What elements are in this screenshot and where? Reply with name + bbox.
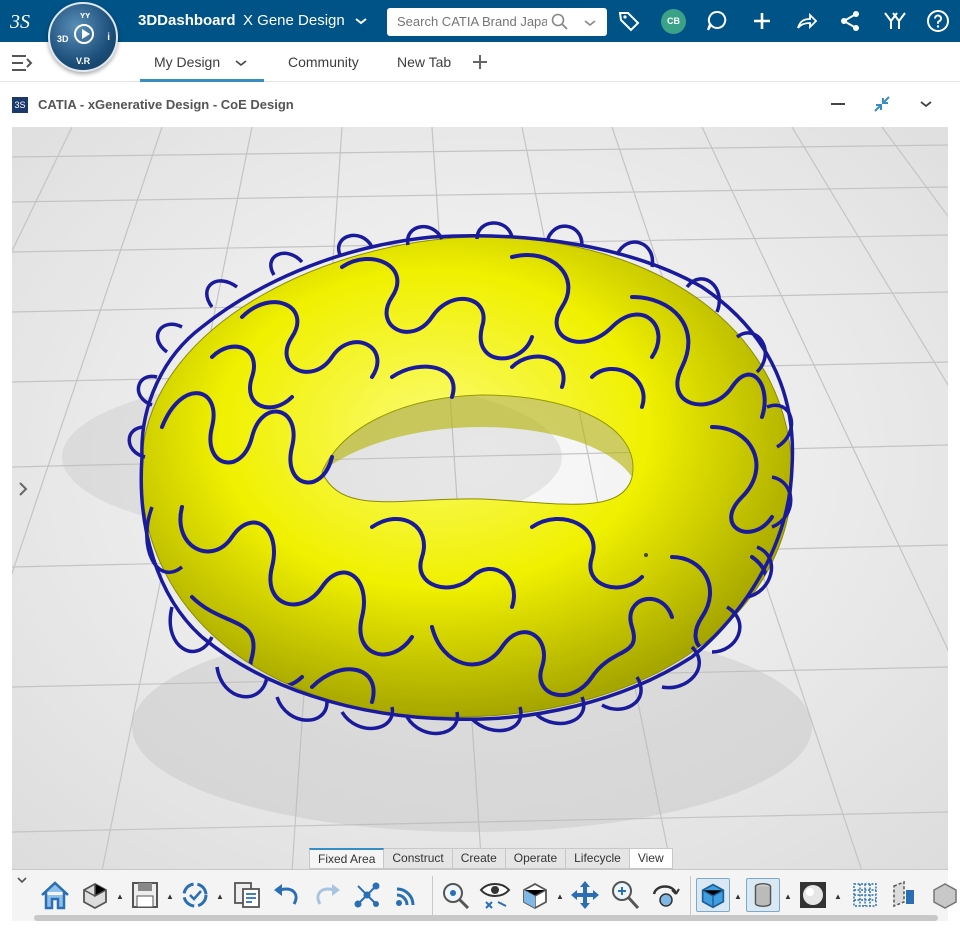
cursor-dot <box>644 553 648 557</box>
3ds-logo-icon[interactable]: 3S <box>8 6 40 36</box>
catia-app-icon: 3S <box>12 97 28 113</box>
chat-icon[interactable] <box>705 9 729 33</box>
network-icon[interactable] <box>838 9 862 33</box>
fit-all-zoom-icon[interactable] <box>438 878 472 912</box>
play-icon[interactable] <box>74 24 94 44</box>
undo-icon[interactable] <box>270 878 304 912</box>
compass-vr-label: V.R <box>76 56 91 66</box>
tab-community[interactable]: Community <box>288 54 359 70</box>
rotate-part-icon[interactable] <box>78 878 112 912</box>
tab-lifecycle[interactable]: Lifecycle <box>566 848 630 869</box>
pan-icon[interactable] <box>568 878 602 912</box>
tab-new-tab[interactable]: New Tab <box>397 54 451 70</box>
collapse-arrows-icon[interactable] <box>873 95 891 113</box>
tab-create[interactable]: Create <box>452 848 506 869</box>
share-arrow-icon[interactable] <box>794 9 818 33</box>
refresh-update-icon[interactable] <box>178 878 212 912</box>
help-icon[interactable] <box>926 9 950 33</box>
widget-menu-chevron-icon[interactable] <box>917 95 935 113</box>
graph-relations-icon[interactable] <box>350 878 384 912</box>
plus-icon[interactable] <box>750 9 774 33</box>
save-icon[interactable] <box>128 878 162 912</box>
tag-icon[interactable] <box>617 9 641 33</box>
grid-icon[interactable] <box>848 878 882 912</box>
compass-3d-label: 3D <box>57 34 69 44</box>
minimize-icon[interactable] <box>829 95 847 113</box>
widget-title: CATIA - xGenerative Design - CoE Design <box>38 97 294 112</box>
rss-feed-icon[interactable] <box>390 878 424 912</box>
top-bar: 3S ʏʏ 3D i V.R 3DDashboard X Gene Design… <box>0 0 960 72</box>
redo-icon[interactable] <box>310 878 344 912</box>
toolbar-scrollbar[interactable] <box>34 915 938 921</box>
widget-header: 3S CATIA - xGenerative Design - CoE Desi… <box>0 83 960 127</box>
dashboard-tab-bar: My Design Community New Tab <box>0 42 960 82</box>
render-dropdown-icon[interactable]: ▲ <box>784 892 792 901</box>
app-title: 3DDashboard <box>138 12 236 29</box>
view-orientation-cube-icon[interactable] <box>518 878 552 912</box>
section-view-icon[interactable] <box>888 878 922 912</box>
side-menu-toggle-icon[interactable] <box>11 54 33 72</box>
shading-dropdown-icon[interactable]: ▲ <box>734 892 742 901</box>
search-input[interactable] <box>397 14 547 29</box>
chevron-down-icon[interactable] <box>354 10 368 30</box>
toolbar-separator <box>690 876 691 916</box>
tab-view[interactable]: View <box>629 848 673 869</box>
apps-y-icon[interactable] <box>882 9 906 33</box>
zoom-icon[interactable] <box>608 878 642 912</box>
tab-my-design[interactable]: My Design <box>154 54 220 70</box>
action-bar-toolbar: ▲ ▲ ▲ ▲ ▲ ▲ ▲ <box>12 869 957 921</box>
search-box[interactable] <box>387 8 607 36</box>
compass-button[interactable]: ʏʏ 3D i V.R <box>48 2 118 72</box>
update-dropdown-icon[interactable]: ▲ <box>216 892 224 901</box>
active-tab-indicator <box>140 79 264 82</box>
view-orientation-dropdown-icon[interactable]: ▲ <box>556 892 564 901</box>
properties-icon[interactable] <box>230 878 264 912</box>
3d-scene[interactable] <box>12 127 948 871</box>
toolbar-separator <box>432 876 433 916</box>
save-dropdown-icon[interactable]: ▲ <box>166 892 174 901</box>
tab-chevron-down-icon[interactable] <box>234 53 248 73</box>
rotate-dropdown-icon[interactable]: ▲ <box>116 892 124 901</box>
dashboard-name[interactable]: X Gene Design <box>243 12 345 29</box>
home-icon[interactable] <box>38 878 72 912</box>
box-icon[interactable] <box>928 878 960 912</box>
material-dropdown-icon[interactable]: ▲ <box>834 892 842 901</box>
svg-text:3S: 3S <box>9 11 30 33</box>
avatar[interactable]: CB <box>661 9 686 34</box>
hide-show-icon[interactable] <box>478 878 512 912</box>
tab-construct[interactable]: Construct <box>384 848 453 869</box>
action-bar-tabs: Fixed Area Construct Create Operate Life… <box>309 848 673 869</box>
rotate-view-icon[interactable] <box>648 878 682 912</box>
material-sphere-icon[interactable] <box>796 878 830 912</box>
tab-fixed-area[interactable]: Fixed Area <box>309 848 385 869</box>
toolbar-collapse-chevron-icon[interactable] <box>16 874 28 886</box>
add-tab-icon[interactable] <box>470 49 490 75</box>
tab-operate[interactable]: Operate <box>505 848 567 869</box>
shading-with-edges-icon[interactable] <box>696 878 730 912</box>
cylinder-render-icon[interactable] <box>746 878 780 912</box>
search-icon[interactable] <box>551 13 569 31</box>
side-panel-expand-icon[interactable] <box>16 479 30 499</box>
search-scope-chevron-icon[interactable] <box>583 12 597 32</box>
compass-top-icon: ʏʏ <box>80 10 91 20</box>
3d-viewport[interactable] <box>12 127 948 871</box>
compass-i-label: i <box>107 32 110 43</box>
